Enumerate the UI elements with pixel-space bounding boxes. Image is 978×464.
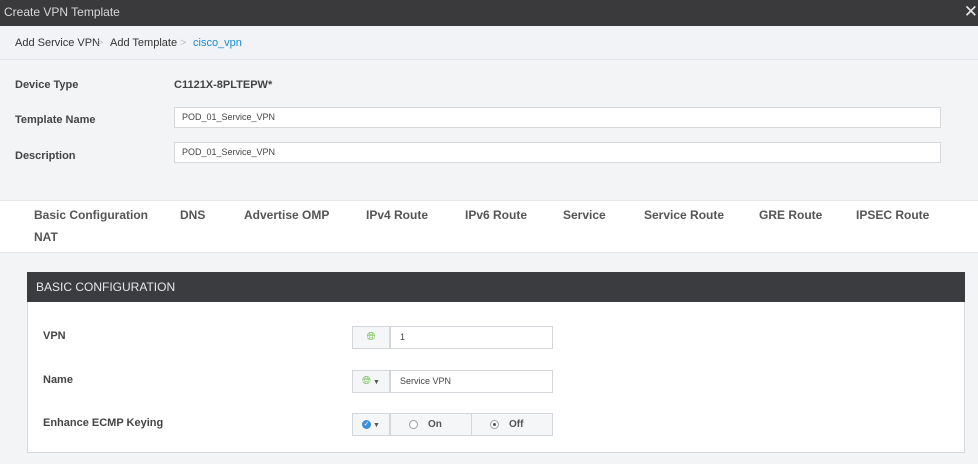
tab-ipv6-route[interactable]: IPv6 Route — [465, 208, 527, 222]
description-label: Description — [15, 150, 76, 162]
check-circle-icon: ✓ — [362, 419, 372, 429]
close-icon[interactable]: ✕ — [964, 3, 978, 20]
ecmp-on-label: On — [428, 419, 442, 430]
chevron-down-icon: ▼ — [372, 379, 380, 386]
vpn-scope-selector[interactable]: 🌐︎ — [352, 326, 390, 349]
tab-nat[interactable]: NAT — [34, 230, 58, 244]
name-scope-selector[interactable]: 🌐︎ ▼ — [352, 370, 390, 393]
tab-dns[interactable]: DNS — [180, 208, 205, 222]
panel-header: BASIC CONFIGURATION — [27, 272, 965, 302]
ecmp-off-radio[interactable]: Off — [471, 413, 553, 436]
ecmp-label: Enhance ECMP Keying — [43, 417, 164, 429]
window-titlebar: Create VPN Template ✕ — [0, 0, 978, 26]
breadcrumb-separator: > — [180, 37, 187, 49]
breadcrumb-item-current: cisco_vpn — [193, 37, 242, 49]
tab-service[interactable]: Service — [563, 208, 606, 222]
template-name-input[interactable]: POD_01_Service_VPN — [174, 107, 941, 128]
template-tabs: Basic Configuration DNS Advertise OMP IP… — [0, 200, 978, 253]
chevron-down-icon: ▼ — [373, 422, 380, 429]
breadcrumb-item-add-template[interactable]: Add Template — [110, 37, 177, 49]
description-input[interactable]: POD_01_Service_VPN — [174, 142, 941, 163]
ecmp-on-radio[interactable]: On — [390, 413, 472, 436]
tab-gre-route[interactable]: GRE Route — [759, 208, 822, 222]
breadcrumb: Add Service VPN > Add Template > cisco_v… — [0, 26, 978, 60]
panel-title: BASIC CONFIGURATION — [36, 280, 176, 294]
window-title: Create VPN Template — [4, 5, 120, 19]
ecmp-off-label: Off — [509, 419, 524, 430]
globe-icon: 🌐︎ — [366, 331, 376, 343]
breadcrumb-separator: > — [97, 37, 104, 49]
tab-service-route[interactable]: Service Route — [644, 208, 724, 222]
name-label: Name — [43, 374, 73, 386]
vpn-label: VPN — [43, 330, 66, 342]
tab-ipsec-route[interactable]: IPSEC Route — [856, 208, 929, 222]
tab-advertise-omp[interactable]: Advertise OMP — [244, 208, 329, 222]
name-input[interactable]: Service VPN — [390, 370, 553, 393]
ecmp-scope-selector[interactable]: ✓ ▼ — [352, 413, 390, 436]
vpn-input[interactable]: 1 — [390, 326, 553, 349]
globe-icon: 🌐︎ — [362, 375, 371, 387]
device-type-label: Device Type — [15, 79, 79, 91]
tab-basic-configuration[interactable]: Basic Configuration — [34, 208, 148, 222]
radio-checked-icon — [490, 419, 499, 429]
radio-unchecked-icon — [409, 419, 418, 429]
tab-ipv4-route[interactable]: IPv4 Route — [366, 208, 428, 222]
breadcrumb-item-add-service-vpn[interactable]: Add Service VPN — [15, 37, 100, 49]
template-name-label: Template Name — [15, 114, 96, 126]
device-type-value: C1121X-8PLTEPW* — [174, 79, 273, 91]
